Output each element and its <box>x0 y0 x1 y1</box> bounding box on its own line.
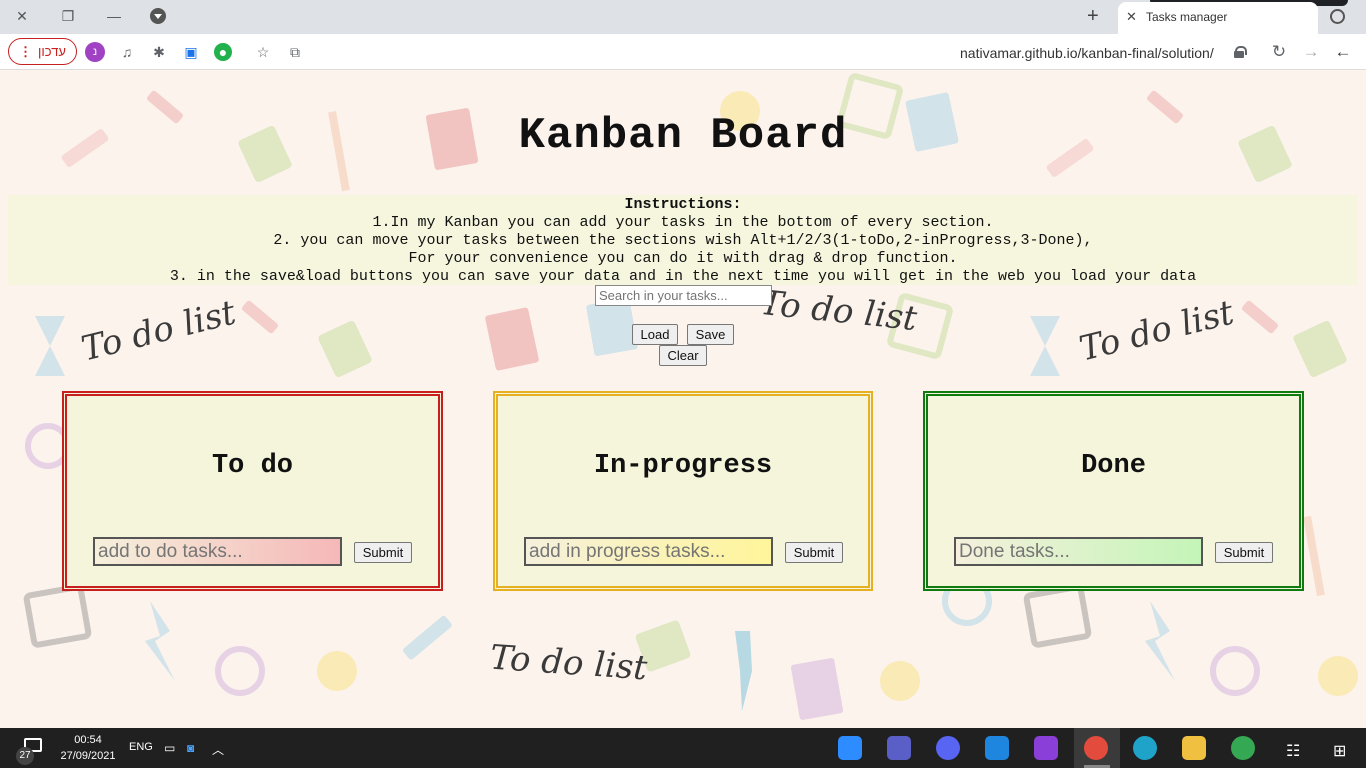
bulb-doodle <box>1318 656 1358 696</box>
in-progress-section: In-progress Submit <box>493 391 873 591</box>
check-doodle <box>1023 584 1092 648</box>
bulb-doodle <box>880 661 920 701</box>
close-window-icon[interactable]: ✕ <box>11 6 33 26</box>
app-tray-icon[interactable]: ◙ <box>187 741 194 755</box>
notepad-doodle <box>790 658 844 720</box>
instruction-line: 1.In my Kanban you can add your tasks in… <box>372 214 994 231</box>
clock[interactable]: 00:54 27/09/2021 <box>58 732 118 764</box>
check-doodle <box>23 584 92 648</box>
file-doodle <box>586 298 638 356</box>
target-doodle <box>215 646 265 696</box>
todo-task-input[interactable] <box>93 537 342 566</box>
section-title: To do <box>211 451 293 481</box>
discord-icon[interactable] <box>936 736 960 760</box>
language-indicator[interactable]: ENG <box>129 741 153 753</box>
instruction-line: 3. in the save&load buttons you can save… <box>169 268 1197 285</box>
new-tab-icon[interactable]: + <box>1087 5 1099 28</box>
file-doodle <box>318 321 372 377</box>
windows-start-icon[interactable]: ⊞ <box>1333 741 1346 761</box>
battery-icon[interactable]: ▭ <box>164 741 175 755</box>
chrome-profile-icon[interactable] <box>1084 736 1108 760</box>
address-bar-url[interactable]: nativamar.github.io/kanban-final/solutio… <box>960 45 1214 61</box>
todo-section: To do Submit <box>62 391 443 591</box>
clock-date: 27/09/2021 <box>60 750 116 762</box>
show-hidden-icons[interactable]: ︿ <box>212 741 224 758</box>
update-button[interactable]: ⋮ עדכון <box>8 38 77 65</box>
pin-doodle <box>735 631 752 711</box>
search-input[interactable] <box>595 285 772 306</box>
media-control-icon[interactable]: ♫ <box>118 43 136 61</box>
page-body: To do list To do list To do list To do l… <box>0 71 1366 728</box>
pencil-doodle <box>403 615 452 660</box>
translate-icon[interactable]: ⧉ <box>286 43 304 61</box>
extension-green-icon[interactable]: ● <box>214 43 232 61</box>
tab-search-icon[interactable] <box>150 8 166 24</box>
task-view-icon[interactable]: ☷ <box>1286 741 1300 761</box>
hourglass-doodle <box>1030 316 1060 376</box>
section-title: Done <box>1081 451 1146 481</box>
zoom-icon[interactable] <box>838 736 862 760</box>
globe-icon <box>1330 9 1345 24</box>
lock-icon[interactable] <box>1234 46 1247 58</box>
extensions-icon[interactable]: ✱ <box>150 43 168 61</box>
tab-close-icon[interactable]: ✕ <box>1126 9 1137 25</box>
restore-window-icon[interactable]: ❐ <box>57 6 79 26</box>
teams-icon[interactable] <box>887 736 911 760</box>
chrome-icon[interactable] <box>1231 736 1255 760</box>
done-task-input[interactable] <box>954 537 1203 566</box>
save-button[interactable]: Save <box>687 324 734 345</box>
instruction-line: For your convenience you can do it with … <box>408 250 958 267</box>
done-submit-button[interactable]: Submit <box>1215 542 1273 563</box>
todo-submit-button[interactable]: Submit <box>354 542 412 563</box>
instruction-line: 2. you can move your tasks between the s… <box>273 232 1093 249</box>
in-progress-submit-button[interactable]: Submit <box>785 542 843 563</box>
minimize-window-icon[interactable]: — <box>103 6 125 26</box>
hourglass-doodle <box>35 316 65 376</box>
screen-capture-icon[interactable]: ▣ <box>182 43 200 61</box>
lightning-doodle <box>145 601 175 681</box>
browser-toolbar: ⋮ עדכון נ ♫ ✱ ▣ ● ☆ ⧉ nativamar.github.i… <box>0 34 1366 70</box>
in-progress-task-input[interactable] <box>524 537 773 566</box>
github-icon[interactable] <box>1034 736 1058 760</box>
bookmark-star-icon[interactable]: ☆ <box>254 43 272 61</box>
browser-tab-bar: ✕ ❐ — + ✕ Tasks manager <box>0 0 1366 34</box>
flag-doodle <box>1303 515 1325 597</box>
lightning-doodle <box>1145 601 1175 681</box>
browser-tab[interactable]: ✕ Tasks manager <box>1118 2 1318 34</box>
page-title: Kanban Board <box>518 111 848 161</box>
update-label: עדכון <box>38 44 66 59</box>
profile-avatar[interactable]: נ <box>85 42 105 62</box>
edge-icon[interactable] <box>1133 736 1157 760</box>
file-doodle <box>1293 321 1347 377</box>
clear-button[interactable]: Clear <box>659 345 707 366</box>
notification-count: 27 <box>16 747 34 765</box>
more-icon: ⋮ <box>19 43 33 59</box>
pencil-doodle <box>1242 300 1278 334</box>
target-doodle <box>1210 646 1260 696</box>
os-taskbar: 27 00:54 27/09/2021 ENG ▭ ◙ ︿ ☷ ⊞ <box>0 728 1366 768</box>
done-section: Done Submit <box>923 391 1304 591</box>
forward-icon[interactable]: → <box>1302 43 1320 61</box>
instructions-panel: Instructions: 1.In my Kanban you can add… <box>8 195 1358 285</box>
back-icon[interactable]: ← <box>1334 43 1352 61</box>
notepad-doodle <box>485 307 539 371</box>
file-explorer-icon[interactable] <box>1182 736 1206 760</box>
instructions-heading: Instructions: <box>624 196 742 213</box>
load-button[interactable]: Load <box>632 324 678 345</box>
tab-title: Tasks manager <box>1146 10 1228 24</box>
reload-icon[interactable]: ↻ <box>1270 43 1288 61</box>
clock-time: 00:54 <box>74 734 102 746</box>
bulb-doodle <box>317 651 357 691</box>
section-title: In-progress <box>593 451 773 481</box>
vscode-icon[interactable] <box>985 736 1009 760</box>
pencil-doodle <box>242 300 278 334</box>
